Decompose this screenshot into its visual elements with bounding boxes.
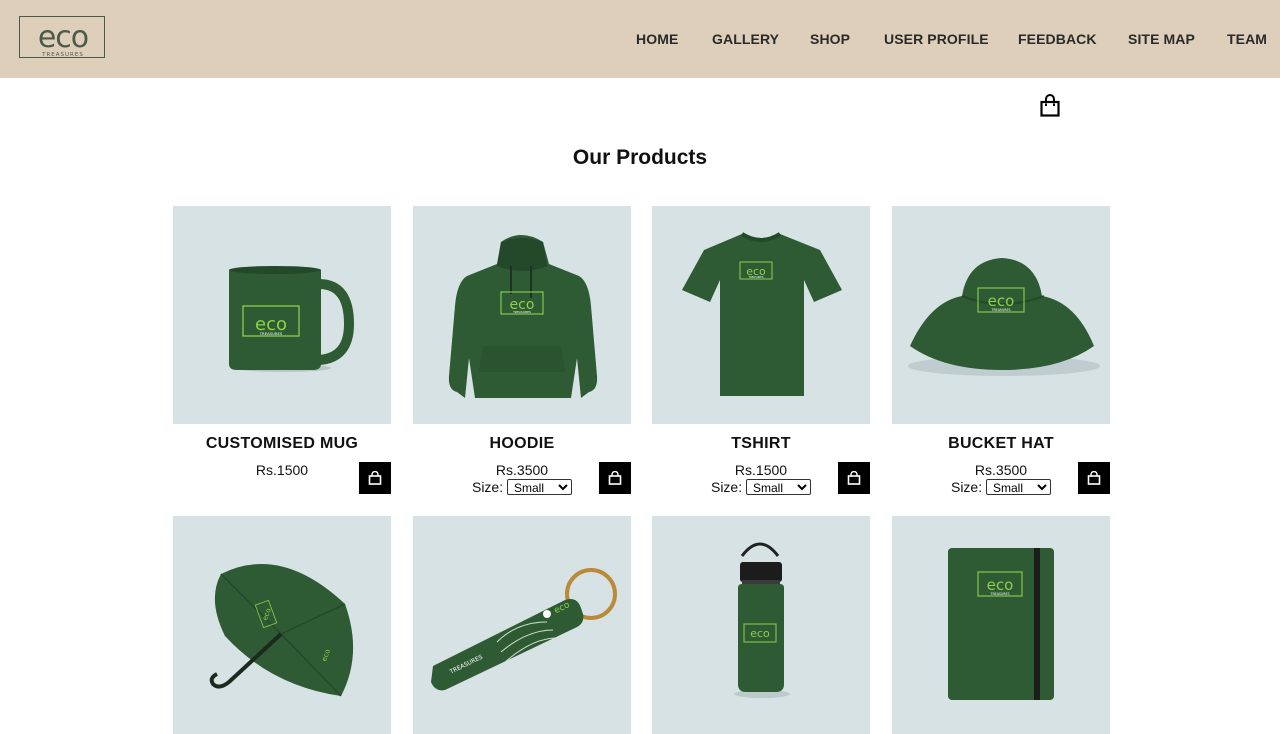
size-label: Size: <box>471 479 504 495</box>
product-card: eco TREASURES <box>892 516 1110 734</box>
product-card: eco TREASURES BUCKET HAT Rs.3500 Size: S… <box>892 206 1110 495</box>
add-to-cart-button[interactable] <box>1078 462 1110 494</box>
hoodie-image[interactable]: eco TREASURES <box>413 206 631 424</box>
navbar: eco TREASURES HOME GALLERY SHOP USER PRO… <box>0 0 1280 78</box>
bucket-hat-image[interactable]: eco TREASURES <box>892 206 1110 424</box>
size-label: Size: <box>710 479 743 495</box>
product-name: TSHIRT <box>731 435 791 452</box>
shopping-bag-icon[interactable] <box>1040 94 1060 118</box>
svg-text:TREASURES: TREASURES <box>991 308 1011 312</box>
add-to-cart-button[interactable] <box>599 462 631 494</box>
product-name: HOODIE <box>489 435 555 452</box>
svg-text:TREASURES: TREASURES <box>990 592 1010 596</box>
product-name: BUCKET HAT <box>948 435 1054 452</box>
add-to-cart-button[interactable] <box>359 462 391 494</box>
nav-feedback[interactable]: FEEDBACK <box>1018 31 1097 47</box>
nav-shop[interactable]: SHOP <box>810 31 850 47</box>
product-card: eco TREASURES CUSTOMISED MUG Rs.1500 <box>173 206 391 494</box>
shopping-bag-icon <box>847 471 861 485</box>
size-select[interactable]: Small <box>746 479 811 495</box>
shopping-bag-icon <box>608 471 622 485</box>
product-card: eco TREASURES HOODIE Rs.3500 Size: Small <box>413 206 631 495</box>
size-label: Size: <box>950 479 983 495</box>
svg-text:TREASURES: TREASURES <box>41 52 84 58</box>
umbrella-image[interactable]: eco eco <box>173 516 391 734</box>
product-card: eco <box>652 516 870 734</box>
keychain-image[interactable]: eco TREASURES <box>413 516 631 734</box>
svg-text:TREASURES: TREASURES <box>749 275 764 279</box>
product-card: eco TREASURES TSHIRT Rs.1500 Size: Small <box>652 206 870 495</box>
add-to-cart-button[interactable] <box>838 462 870 494</box>
size-select[interactable]: Small <box>986 479 1051 495</box>
product-card: eco eco <box>173 516 391 734</box>
size-select[interactable]: Small <box>507 479 572 495</box>
nav-site-map[interactable]: SITE MAP <box>1128 31 1195 47</box>
tshirt-image[interactable]: eco TREASURES <box>652 206 870 424</box>
shopping-bag-icon <box>1087 471 1101 485</box>
svg-text:TREASURES: TREASURES <box>259 331 283 336</box>
svg-text:TREASURES: TREASURES <box>512 310 531 314</box>
page-title: Our Products <box>572 146 708 169</box>
nav-user-profile[interactable]: USER PROFILE <box>884 31 989 47</box>
nav-gallery[interactable]: GALLERY <box>712 31 779 47</box>
main-nav: HOME GALLERY SHOP USER PROFILE FEEDBACK … <box>0 31 1280 49</box>
nav-home[interactable]: HOME <box>636 31 678 47</box>
product-name: CUSTOMISED MUG <box>205 435 359 452</box>
product-card: eco TREASURES <box>413 516 631 734</box>
water-bottle-image[interactable]: eco <box>652 516 870 734</box>
shopping-bag-icon <box>368 471 382 485</box>
svg-text:eco: eco <box>750 627 770 640</box>
mug-image[interactable]: eco TREASURES <box>173 206 391 424</box>
notebook-image[interactable]: eco TREASURES <box>892 516 1110 734</box>
nav-team[interactable]: TEAM <box>1227 31 1267 47</box>
